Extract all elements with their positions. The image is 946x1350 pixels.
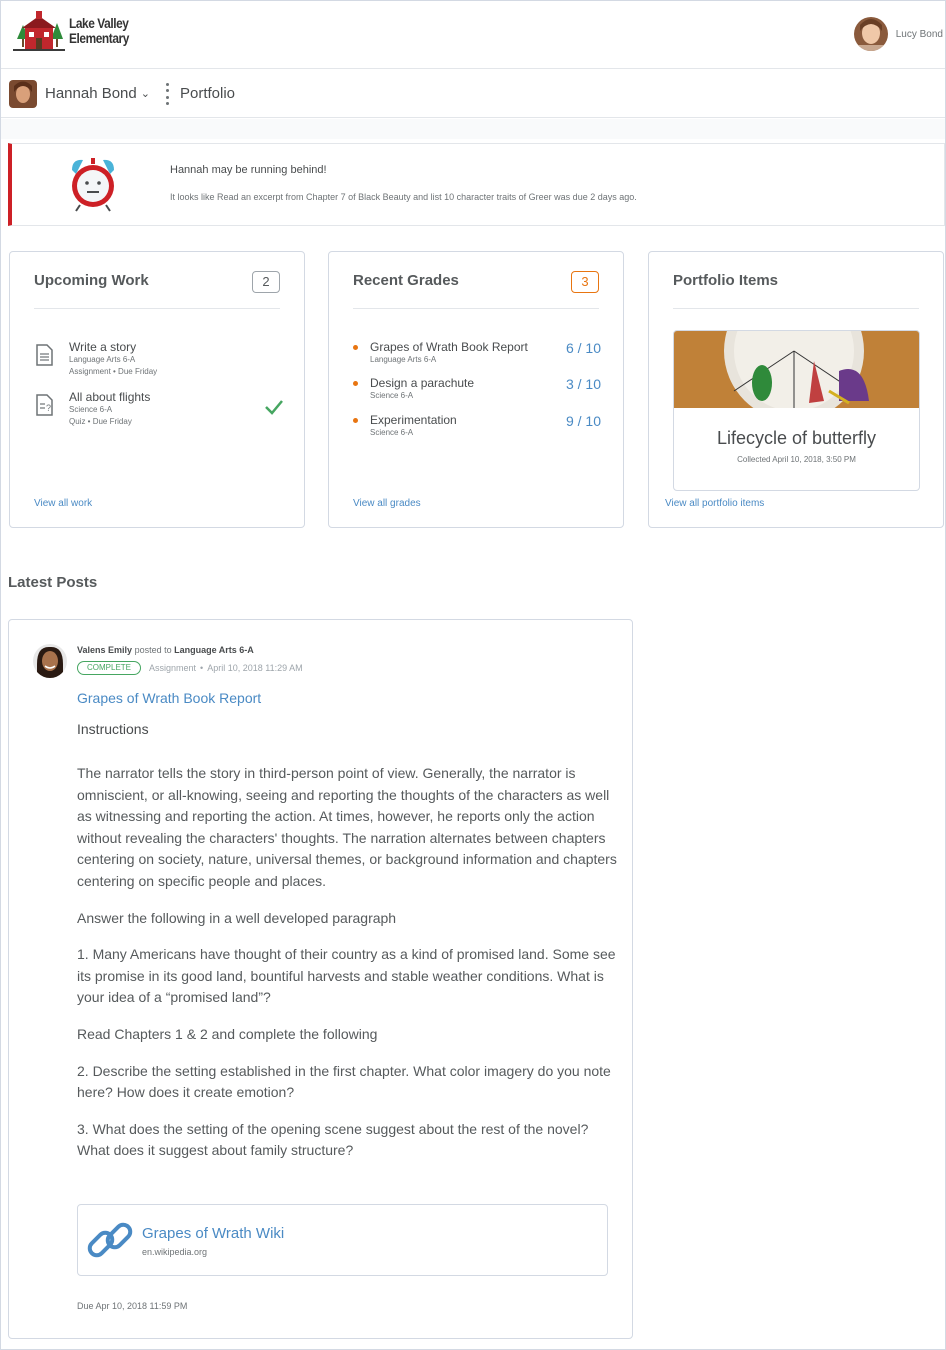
user-menu[interactable]: Lucy Bond (853, 17, 943, 51)
checkmark-icon (265, 400, 283, 415)
widget-title: Recent Grades (353, 272, 459, 289)
post-date: April 10, 2018 11:29 AM (207, 663, 303, 673)
nav-bar: Hannah Bond ⌄ Portfolio (1, 70, 945, 118)
alert-title: Hannah may be running behind! (170, 164, 327, 176)
link-chain-icon (87, 1222, 133, 1258)
view-all-work-link[interactable]: View all work (34, 498, 92, 509)
user-avatar[interactable] (853, 17, 888, 51)
work-item[interactable]: ? All about flights Science 6-A Quiz • D… (34, 390, 284, 434)
grade-item[interactable]: Design a parachute Science 6-A 3 / 10 (353, 376, 601, 410)
user-name[interactable]: Lucy Bond (896, 29, 943, 40)
work-title: All about flights (69, 390, 151, 404)
post-course[interactable]: Language Arts 6-A (174, 645, 254, 655)
post-author-line: Valens Emily posted to Language Arts 6-A (77, 645, 254, 655)
grade-title: Grapes of Wrath Book Report (370, 340, 528, 354)
nav-portfolio[interactable]: Portfolio (180, 85, 235, 102)
link-url: en.wikipedia.org (142, 1247, 208, 1257)
author-avatar-image (33, 644, 67, 678)
chevron-down-icon: ⌄ (140, 88, 150, 100)
work-course: Science 6-A (69, 405, 113, 414)
view-all-portfolio-link[interactable]: View all portfolio items (665, 498, 764, 509)
grade-course: Science 6-A (370, 391, 414, 400)
post-body: The narrator tells the story in third-pe… (77, 763, 617, 1177)
quiz-icon: ? (36, 394, 53, 416)
count-badge: 2 (252, 271, 280, 293)
student-avatar[interactable] (9, 80, 37, 108)
view-all-grades-link[interactable]: View all grades (353, 498, 421, 509)
school-logo[interactable]: Lake Valley Elementary (11, 9, 139, 53)
school-name-line2: Elementary (69, 30, 129, 46)
portfolio-card[interactable]: Lifecycle of butterfly Collected April 1… (673, 330, 920, 491)
latest-posts-heading: Latest Posts (8, 574, 98, 591)
post-paragraph: 1. Many Americans have thought of their … (77, 946, 616, 1006)
more-options-icon[interactable] (166, 83, 170, 105)
work-course: Language Arts 6-A (69, 355, 136, 364)
widget-title: Upcoming Work (34, 272, 149, 289)
instructions-label: Instructions (77, 721, 149, 737)
grade-score: 6 / 10 (565, 340, 601, 356)
svg-text:?: ? (46, 403, 51, 413)
student-name: Hannah Bond (45, 85, 137, 102)
post-paragraph: Read Chapters 1 & 2 and complete the fol… (77, 1025, 378, 1042)
work-meta: Quiz • Due Friday (69, 417, 132, 426)
top-bar: Lake Valley Elementary Lucy Bond (1, 1, 945, 69)
student-selector[interactable]: Hannah Bond ⌄ (45, 85, 150, 102)
post-type: Assignment (149, 663, 197, 673)
post-paragraph: Answer the following in a well developed… (77, 909, 397, 926)
behind-alert: Hannah may be running behind! It looks l… (8, 143, 945, 226)
grade-score: 9 / 10 (565, 413, 601, 429)
bullet-icon (353, 381, 358, 386)
work-meta: Assignment • Due Friday (69, 367, 158, 376)
school-name: Lake Valley Elementary (69, 16, 129, 46)
link-attachment[interactable]: Grapes of Wrath Wiki en.wikipedia.org (77, 1204, 608, 1276)
school-name-line1: Lake Valley (69, 15, 129, 31)
grade-course: Language Arts 6-A (370, 355, 437, 364)
divider (673, 308, 919, 309)
link-title: Grapes of Wrath Wiki (142, 1225, 285, 1242)
assignment-icon (36, 344, 53, 366)
user-avatar-image (853, 17, 888, 51)
post-paragraph: 2. Describe the setting established in t… (77, 1062, 611, 1101)
post-card: Valens Emily posted to Language Arts 6-A… (8, 619, 633, 1339)
post-due-date: Due Apr 10, 2018 11:59 PM (77, 1301, 188, 1311)
grade-title: Experimentation (370, 413, 457, 427)
grade-course: Science 6-A (370, 428, 414, 437)
divider (353, 308, 599, 309)
content-background (1, 119, 945, 139)
divider (34, 308, 280, 309)
portfolio-item-title: Lifecycle of butterfly (716, 428, 877, 448)
bullet-icon (353, 345, 358, 350)
grade-item[interactable]: Experimentation Science 6-A 9 / 10 (353, 413, 601, 447)
post-title-link[interactable]: Grapes of Wrath Book Report (77, 690, 261, 706)
portfolio-thumbnail (674, 331, 919, 408)
separator-dot: • (200, 663, 204, 673)
widget-title: Portfolio Items (673, 272, 779, 289)
posted-to-text: posted to (134, 645, 172, 655)
portfolio-items-widget: Portfolio Items Lifecycle of butterfly C… (648, 251, 944, 528)
grade-score: 3 / 10 (565, 376, 601, 392)
status-badge: COMPLETE (77, 661, 142, 675)
work-title: Write a story (69, 340, 137, 354)
count-badge: 3 (571, 271, 599, 293)
grade-title: Design a parachute (370, 376, 475, 390)
work-item[interactable]: Write a story Language Arts 6-A Assignme… (34, 340, 284, 384)
post-status-line: COMPLETE Assignment • April 10, 2018 11:… (77, 661, 303, 675)
upcoming-work-widget: Upcoming Work 2 Write a story Language A… (9, 251, 305, 528)
student-avatar-image (9, 80, 37, 108)
post-paragraph: The narrator tells the story in third-pe… (77, 765, 617, 889)
alarm-clock-icon (72, 158, 114, 212)
grade-item[interactable]: Grapes of Wrath Book Report Language Art… (353, 340, 601, 374)
author-avatar[interactable] (33, 644, 67, 678)
post-paragraph: 3. What does the setting of the opening … (77, 1120, 589, 1159)
bullet-icon (353, 418, 358, 423)
schoolhouse-icon (13, 11, 65, 51)
alert-message: It looks like Read an excerpt from Chapt… (170, 192, 637, 202)
post-author[interactable]: Valens Emily (77, 645, 132, 655)
portfolio-item-date: Collected April 10, 2018, 3:50 PM (737, 455, 856, 464)
recent-grades-widget: Recent Grades 3 Grapes of Wrath Book Rep… (328, 251, 624, 528)
